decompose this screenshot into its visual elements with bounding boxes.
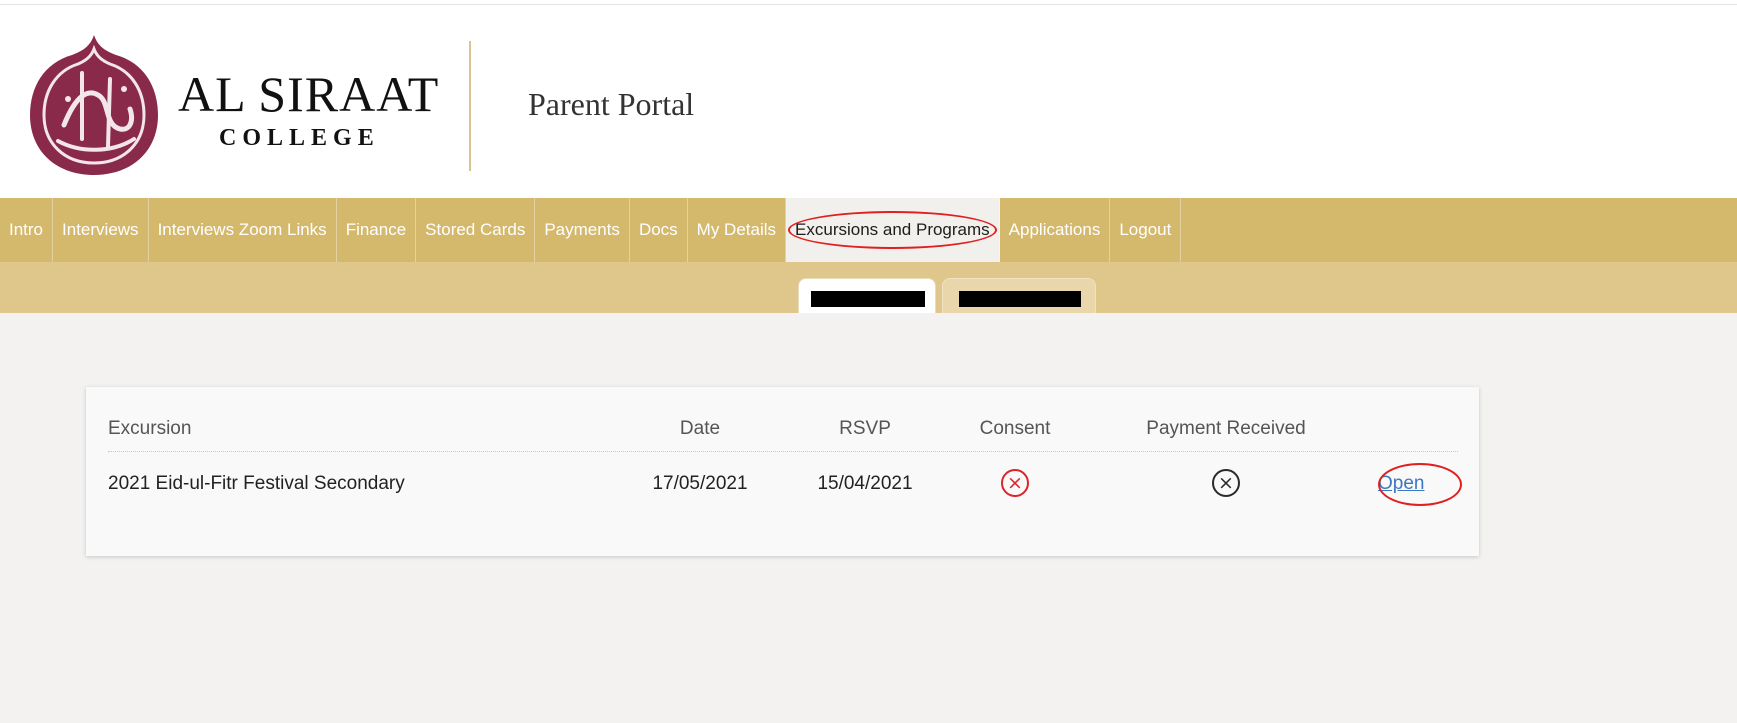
excursion-date: 17/05/2021 xyxy=(652,473,748,494)
logo-wordmark: AL SIRAAT xyxy=(178,66,440,122)
annotation-circle xyxy=(788,211,997,249)
redacted-label xyxy=(811,291,925,307)
nav-item-stored-cards[interactable]: Stored Cards xyxy=(416,198,536,262)
column-header-payment-received: Payment Received xyxy=(1146,418,1306,439)
nav-item-my-details[interactable]: My Details xyxy=(688,198,787,262)
page-title: Parent Portal xyxy=(528,86,695,122)
column-header-rsvp: RSVP xyxy=(839,418,891,439)
consent-x-circle-icon: × xyxy=(1001,469,1029,497)
nav-item-docs[interactable]: Docs xyxy=(630,198,688,262)
student-tab-2[interactable] xyxy=(942,278,1096,314)
nav-item-intro[interactable]: Intro xyxy=(0,198,54,262)
rsvp-date: 15/04/2021 xyxy=(817,473,913,494)
student-tab-bar xyxy=(0,262,1737,314)
nav-item-interviews[interactable]: Interviews xyxy=(53,198,149,262)
annotation-circle xyxy=(1378,463,1462,506)
header-divider xyxy=(469,41,471,171)
excursion-name: 2021 Eid-ul-Fitr Festival Secondary xyxy=(108,473,405,494)
nav-item-excursions-and-programs[interactable]: Excursions and Programs xyxy=(786,198,1000,262)
nav-item-finance[interactable]: Finance xyxy=(337,198,417,262)
main-content: Excursion Date RSVP Consent Payment Rece… xyxy=(0,313,1737,723)
nav-item-logout[interactable]: Logout xyxy=(1110,198,1182,262)
nav-item-interviews-zoom-links[interactable]: Interviews Zoom Links xyxy=(149,198,337,262)
nav-item-payments[interactable]: Payments xyxy=(535,198,630,262)
college-emblem-icon xyxy=(30,35,158,175)
nav-item-applications[interactable]: Applications xyxy=(1000,198,1111,262)
header-divider xyxy=(108,451,1458,452)
logo-subtitle: COLLEGE xyxy=(219,125,380,151)
excursions-table-card: Excursion Date RSVP Consent Payment Rece… xyxy=(86,387,1479,556)
payment-x-circle-icon: × xyxy=(1212,469,1240,497)
student-tab-1[interactable] xyxy=(798,278,936,314)
column-header-excursion: Excursion xyxy=(108,418,192,439)
column-header-date: Date xyxy=(679,418,721,439)
redacted-label xyxy=(959,291,1081,307)
site-header: AL SIRAAT COLLEGE Parent Portal xyxy=(0,5,1737,198)
main-nav: Intro Interviews Interviews Zoom Links F… xyxy=(0,198,1737,262)
column-header-consent: Consent xyxy=(979,418,1051,439)
